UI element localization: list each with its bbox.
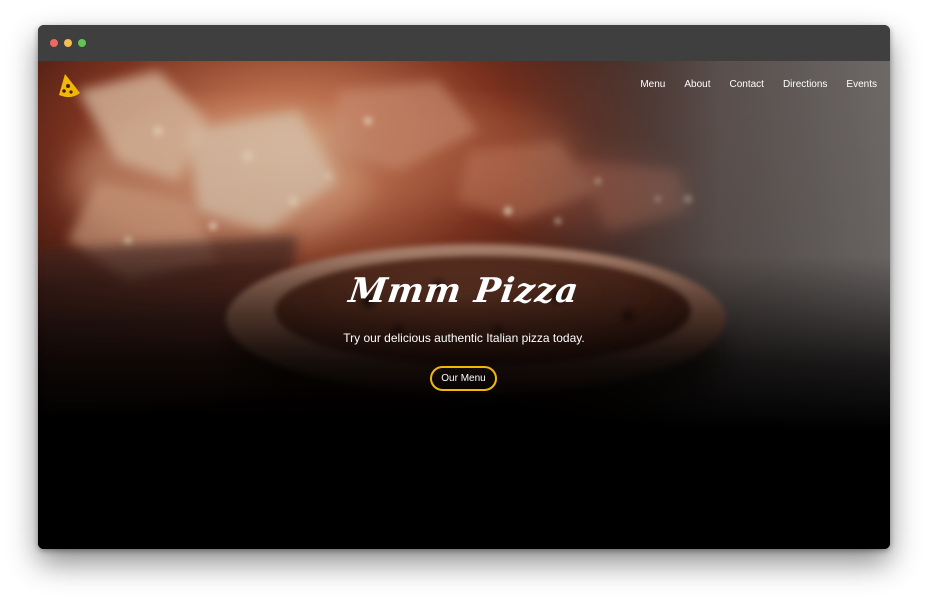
maximize-window-dot[interactable]: [78, 39, 86, 47]
hero-section: Menu About Contact Directions Events Mmm…: [38, 61, 890, 549]
browser-window: Menu About Contact Directions Events Mmm…: [38, 25, 890, 549]
site-logo[interactable]: [56, 73, 82, 99]
nav-menu-link[interactable]: Menu: [640, 79, 665, 90]
close-window-dot[interactable]: [50, 39, 58, 47]
title-bar: [38, 25, 890, 61]
nav-about-link[interactable]: About: [684, 79, 710, 90]
main-nav: Menu About Contact Directions Events: [640, 79, 877, 90]
minimize-window-dot[interactable]: [64, 39, 72, 47]
pizza-slice-icon: [59, 74, 80, 98]
hero-subtitle: Try our delicious authentic Italian pizz…: [343, 331, 585, 345]
hero-title: Mmm Pizza: [346, 271, 582, 311]
our-menu-button[interactable]: Our Menu: [430, 366, 497, 391]
nav-events-link[interactable]: Events: [846, 79, 877, 90]
nav-contact-link[interactable]: Contact: [729, 79, 763, 90]
nav-directions-link[interactable]: Directions: [783, 79, 827, 90]
